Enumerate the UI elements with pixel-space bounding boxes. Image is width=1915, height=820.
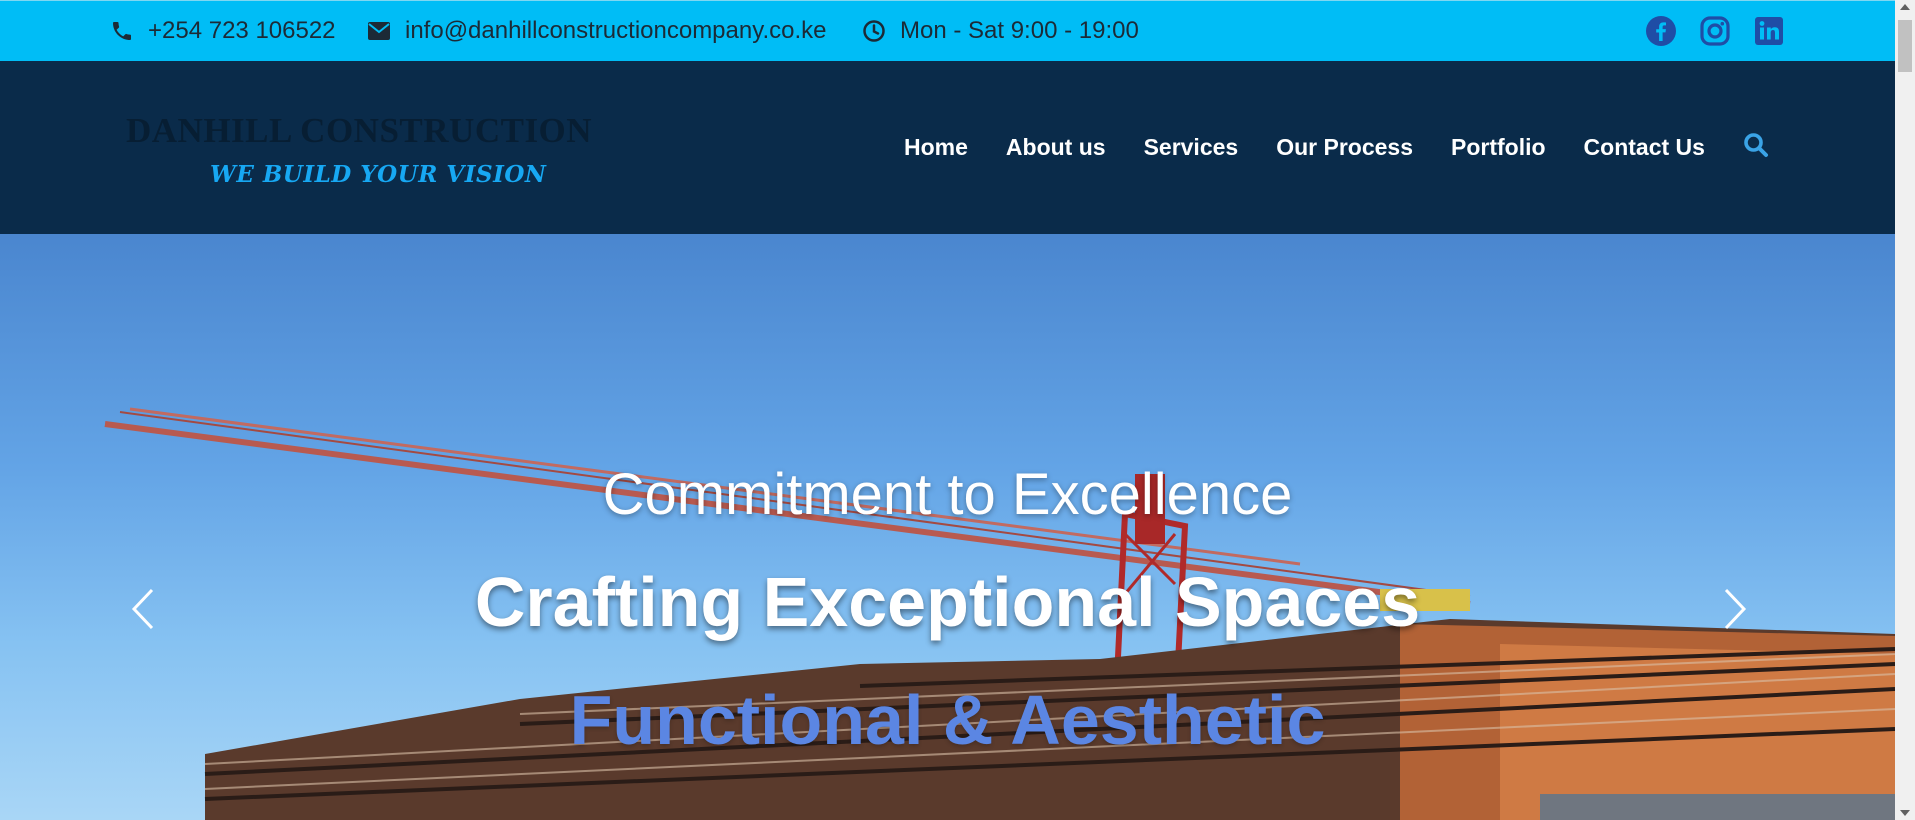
chevron-left-icon[interactable] xyxy=(128,586,158,632)
nav-contact-us[interactable]: Contact Us xyxy=(1584,134,1705,161)
nav-about-us[interactable]: About us xyxy=(1006,134,1106,161)
scroll-down-arrow-icon[interactable] xyxy=(1900,810,1910,816)
instagram-icon[interactable] xyxy=(1699,15,1731,47)
nav-services[interactable]: Services xyxy=(1144,134,1239,161)
linkedin-icon[interactable] xyxy=(1753,15,1785,47)
envelope-icon xyxy=(368,22,390,40)
phone-icon xyxy=(113,22,131,40)
business-hours: Mon - Sat 9:00 - 19:00 xyxy=(862,17,1139,45)
clock-icon xyxy=(863,20,885,42)
main-nav: Home About us Services Our Process Portf… xyxy=(904,132,1769,163)
nav-home[interactable]: Home xyxy=(904,134,968,161)
hours-text: Mon - Sat 9:00 - 19:00 xyxy=(900,17,1139,44)
hero-slider: Commitment to Excellence Crafting Except… xyxy=(0,234,1895,820)
facebook-icon[interactable] xyxy=(1645,15,1677,47)
scroll-up-arrow-icon[interactable] xyxy=(1900,4,1910,10)
social-links xyxy=(1645,15,1785,47)
scrollbar-thumb[interactable] xyxy=(1898,20,1912,72)
site-header: DANHILL CONSTRUCTION WE BUILD YOUR VISIO… xyxy=(0,61,1895,234)
top-info-bar: +254 723 106522 info@danhillconstruction… xyxy=(0,0,1895,61)
hero-accent-text: Functional & Aesthetic xyxy=(569,681,1326,759)
phone-contact[interactable]: +254 723 106522 xyxy=(110,17,336,45)
search-icon[interactable] xyxy=(1743,132,1769,163)
hero-title: Crafting Exceptional Spaces xyxy=(474,563,1421,641)
logo-title[interactable]: DANHILL CONSTRUCTION xyxy=(126,111,592,151)
hero-subtitle: Commitment to Excellence xyxy=(602,462,1293,527)
nav-portfolio[interactable]: Portfolio xyxy=(1451,134,1546,161)
email-contact[interactable]: info@danhillconstructioncompany.co.ke xyxy=(367,17,826,45)
chevron-right-icon[interactable] xyxy=(1720,586,1750,632)
email-address: info@danhillconstructioncompany.co.ke xyxy=(405,17,827,44)
page-scrollbar[interactable] xyxy=(1895,0,1915,820)
phone-number: +254 723 106522 xyxy=(148,17,336,44)
nav-our-process[interactable]: Our Process xyxy=(1276,134,1413,161)
logo-tagline: WE BUILD YOUR VISION xyxy=(210,161,547,188)
